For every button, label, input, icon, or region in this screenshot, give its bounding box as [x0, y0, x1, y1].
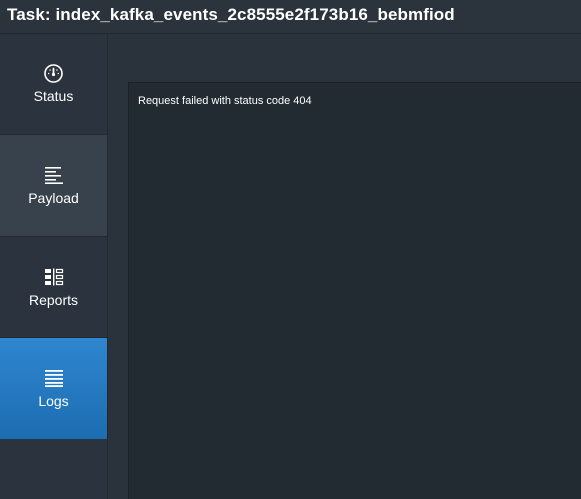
gauge-icon [0, 63, 107, 83]
sidebar-item-logs[interactable]: Logs [0, 338, 107, 439]
sidebar-item-payload[interactable]: Payload [0, 135, 107, 236]
log-output-panel[interactable]: Request failed with status code 404 [128, 82, 581, 499]
sidebar-item-status[interactable]: Status [0, 34, 107, 134]
sidebar-item-reports[interactable]: Reports [0, 237, 107, 338]
sidebar-item-label: Payload [28, 190, 79, 206]
sidebar-nav: Status Payload Reports Logs [0, 34, 107, 499]
log-error-message: Request failed with status code 404 [138, 95, 312, 107]
sidebar-item-label: Reports [28, 292, 79, 308]
sidebar-item-label: Logs [38, 393, 69, 409]
align-left-icon [0, 165, 107, 185]
task-dialog: Task: index_kafka_events_2c8555e2f173b16… [0, 0, 581, 499]
list-lines-icon [0, 368, 107, 388]
title-bar: Task: index_kafka_events_2c8555e2f173b16… [0, 0, 581, 34]
reports-icon [0, 267, 107, 287]
dialog-title: Task: index_kafka_events_2c8555e2f173b16… [7, 5, 455, 24]
sidebar-item-label: Status [33, 88, 74, 104]
